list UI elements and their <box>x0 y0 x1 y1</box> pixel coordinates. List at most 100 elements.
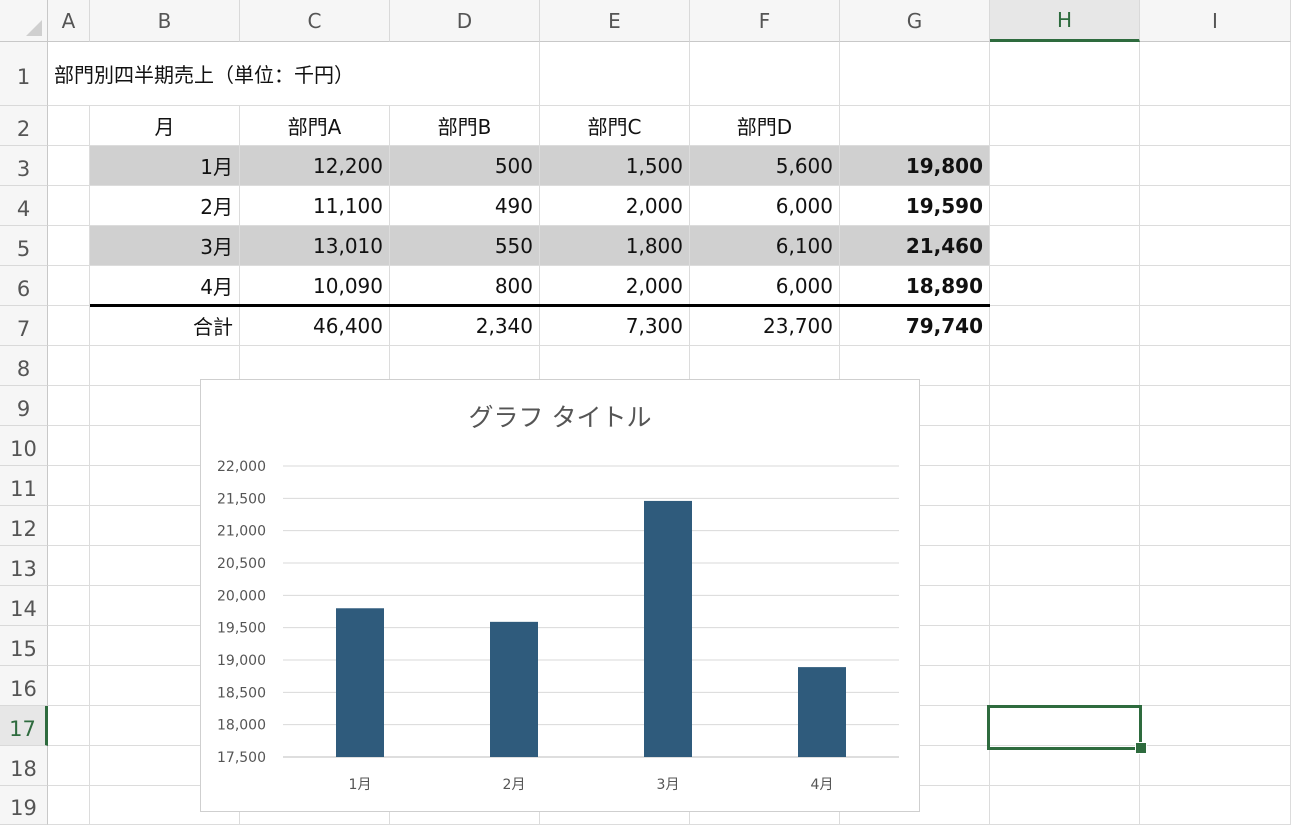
row-header-7[interactable]: 7 <box>0 306 48 346</box>
cell-h15[interactable] <box>990 626 1140 666</box>
row-header-6[interactable]: 6 <box>0 266 48 306</box>
cell-a12[interactable] <box>48 506 90 546</box>
cell-h5[interactable] <box>990 226 1140 266</box>
cell-h12[interactable] <box>990 506 1140 546</box>
bar-chart[interactable]: グラフ タイトル 17,500 18,000 18,500 19,000 19,500 2… <box>200 379 920 812</box>
data-cell-g6[interactable]: 18,890 <box>840 266 990 306</box>
header-cell-c[interactable]: 部門A <box>240 106 390 146</box>
cell-a7[interactable] <box>48 306 90 346</box>
row-header-2[interactable]: 2 <box>0 106 48 146</box>
data-cell-b6[interactable]: 4月 <box>90 266 240 306</box>
data-cell-g5[interactable]: 21,460 <box>840 226 990 266</box>
cell-a9[interactable] <box>48 386 90 426</box>
header-cell-g[interactable] <box>840 106 990 146</box>
data-cell-f3[interactable]: 5,600 <box>690 146 840 186</box>
data-cell-d4[interactable]: 490 <box>390 186 540 226</box>
cell-i2[interactable] <box>1140 106 1291 146</box>
cell-a8[interactable] <box>48 346 90 386</box>
data-cell-f4[interactable]: 6,000 <box>690 186 840 226</box>
data-cell-c6[interactable]: 10,090 <box>240 266 390 306</box>
data-cell-g4[interactable]: 19,590 <box>840 186 990 226</box>
cell-i18[interactable] <box>1140 746 1291 786</box>
cell-h10[interactable] <box>990 426 1140 466</box>
cell-a17[interactable] <box>48 706 90 746</box>
cell-h19[interactable] <box>990 786 1140 825</box>
data-cell-d3[interactable]: 500 <box>390 146 540 186</box>
data-cell-b5[interactable]: 3月 <box>90 226 240 266</box>
cell-i10[interactable] <box>1140 426 1291 466</box>
data-cell-d6[interactable]: 800 <box>390 266 540 306</box>
cell-h14[interactable] <box>990 586 1140 626</box>
column-header-f[interactable]: F <box>690 0 840 42</box>
row-header-3[interactable]: 3 <box>0 146 48 186</box>
row-header-13[interactable]: 13 <box>0 546 48 586</box>
cell-h7[interactable] <box>990 306 1140 346</box>
data-cell-f6[interactable]: 6,000 <box>690 266 840 306</box>
header-cell-e[interactable]: 部門C <box>540 106 690 146</box>
cell-a4[interactable] <box>48 186 90 226</box>
column-header-h[interactable]: H <box>990 0 1140 42</box>
active-cell-selection[interactable] <box>987 705 1142 750</box>
cell-i9[interactable] <box>1140 386 1291 426</box>
header-cell-f[interactable]: 部門D <box>690 106 840 146</box>
data-cell-e5[interactable]: 1,800 <box>540 226 690 266</box>
row-header-9[interactable]: 9 <box>0 386 48 426</box>
cell-i11[interactable] <box>1140 466 1291 506</box>
cell-h4[interactable] <box>990 186 1140 226</box>
data-cell-f5[interactable]: 6,100 <box>690 226 840 266</box>
header-cell-d[interactable]: 部門B <box>390 106 540 146</box>
data-cell-b4[interactable]: 2月 <box>90 186 240 226</box>
cell-a10[interactable] <box>48 426 90 466</box>
row-header-12[interactable]: 12 <box>0 506 48 546</box>
bar-1[interactable] <box>336 608 384 757</box>
cell-i8[interactable] <box>1140 346 1291 386</box>
data-cell-e6[interactable]: 2,000 <box>540 266 690 306</box>
cell-a13[interactable] <box>48 546 90 586</box>
row-header-15[interactable]: 15 <box>0 626 48 666</box>
cell-i16[interactable] <box>1140 666 1291 706</box>
row-header-18[interactable]: 18 <box>0 746 48 786</box>
total-cell-d[interactable]: 2,340 <box>390 306 540 346</box>
bar-3[interactable] <box>644 500 692 757</box>
cell-h18[interactable] <box>990 746 1140 786</box>
cell-a2[interactable] <box>48 106 90 146</box>
row-header-16[interactable]: 16 <box>0 666 48 706</box>
cell-f1[interactable] <box>690 42 840 106</box>
total-cell-e[interactable]: 7,300 <box>540 306 690 346</box>
cell-g1[interactable] <box>840 42 990 106</box>
cell-a5[interactable] <box>48 226 90 266</box>
row-header-11[interactable]: 11 <box>0 466 48 506</box>
column-header-c[interactable]: C <box>240 0 390 42</box>
cell-h9[interactable] <box>990 386 1140 426</box>
row-header-8[interactable]: 8 <box>0 346 48 386</box>
data-cell-b3[interactable]: 1月 <box>90 146 240 186</box>
select-all-corner[interactable] <box>0 0 48 42</box>
cell-i17[interactable] <box>1140 706 1291 746</box>
cell-h2[interactable] <box>990 106 1140 146</box>
cell-i4[interactable] <box>1140 186 1291 226</box>
total-cell-b[interactable]: 合計 <box>90 306 240 346</box>
row-header-10[interactable]: 10 <box>0 426 48 466</box>
row-header-19[interactable]: 19 <box>0 786 48 825</box>
column-header-a[interactable]: A <box>48 0 90 42</box>
total-cell-f[interactable]: 23,700 <box>690 306 840 346</box>
cell-i7[interactable] <box>1140 306 1291 346</box>
column-header-i[interactable]: I <box>1140 0 1291 42</box>
cell-a16[interactable] <box>48 666 90 706</box>
data-cell-g3[interactable]: 19,800 <box>840 146 990 186</box>
cell-h13[interactable] <box>990 546 1140 586</box>
row-header-17[interactable]: 17 <box>0 706 48 746</box>
column-header-g[interactable]: G <box>840 0 990 42</box>
cell-i6[interactable] <box>1140 266 1291 306</box>
data-cell-c5[interactable]: 13,010 <box>240 226 390 266</box>
cell-a6[interactable] <box>48 266 90 306</box>
total-cell-g[interactable]: 79,740 <box>840 306 990 346</box>
cell-i5[interactable] <box>1140 226 1291 266</box>
cell-i14[interactable] <box>1140 586 1291 626</box>
row-header-5[interactable]: 5 <box>0 226 48 266</box>
cell-e1[interactable] <box>540 42 690 106</box>
data-cell-e3[interactable]: 1,500 <box>540 146 690 186</box>
cell-h6[interactable] <box>990 266 1140 306</box>
row-header-1[interactable]: 1 <box>0 42 48 106</box>
table-title[interactable]: 部門別四半期売上（単位：千円） <box>48 42 540 106</box>
